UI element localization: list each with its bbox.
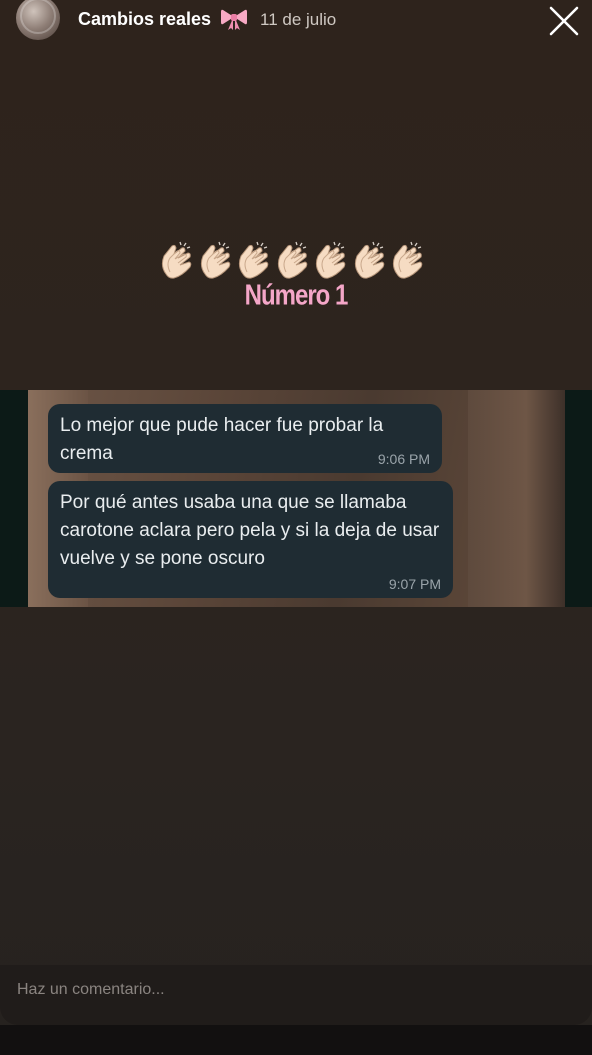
chat-message-time: 9:06 PM [377,451,430,467]
clapping-hands-icon [200,241,230,279]
avatar[interactable] [16,0,60,40]
clapping-hands-icon [277,241,307,279]
clapping-hands-icon [315,241,346,279]
comment-input[interactable]: Haz un comentario... [17,981,165,999]
chat-message-text: Lo mejor que pude hacer fue probar la cr… [60,415,384,464]
clapping-hands-icon [238,241,269,279]
chat-message-text: Por qué antes usaba una que se llamaba c… [60,492,440,569]
ribbon-bow-icon [221,9,247,30]
close-icon[interactable] [546,4,582,40]
bottom-strip [0,1025,592,1055]
chat-message-time: 9:07 PM [388,576,441,592]
chat-message: Lo mejor que pude hacer fue probar la cr… [48,404,442,473]
username[interactable]: Cambios reales [78,9,211,30]
chat-message: Por qué antes usaba una que se llamaba c… [48,481,453,598]
story-date: 11 de julio [260,10,337,29]
clapping-hands-icon [161,241,192,279]
story-header: Cambios reales 11 de julio [0,0,592,48]
clapping-hands-icon [392,241,423,279]
story-headline: Número 1 [244,279,349,312]
clapping-hands-icon [354,241,384,279]
